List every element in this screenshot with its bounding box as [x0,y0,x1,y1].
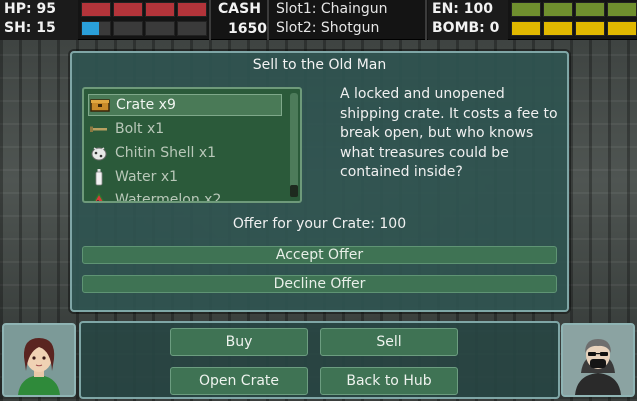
bolt-icon [88,120,110,138]
inventory-item-crate[interactable]: Crate x9 [88,94,282,116]
sell-dialog: Sell to the Old Man Crate x9 Bolt x1 Chi… [70,51,569,312]
accept-offer-button[interactable]: Accept Offer [82,246,557,264]
bomb-segment [607,21,637,36]
bomb-segment [511,21,541,36]
offer-text: Offer for your Crate: 100 [232,216,407,232]
inventory-scrollbar[interactable] [290,93,298,197]
watermelon-icon [88,191,110,201]
energy-segment [543,2,573,17]
item-description: A locked and unopened shipping crate. It… [340,86,558,180]
sell-button[interactable]: Sell [320,328,458,356]
back-to-hub-button[interactable]: Back to Hub [320,367,458,395]
inventory-item-bolt[interactable]: Bolt x1 [88,118,282,140]
energy-bar [511,2,637,17]
player-portrait [2,323,76,397]
water-bottle-icon [88,168,110,186]
hud-divider [425,0,427,40]
shield-segment [145,21,175,36]
weapon-slot-1: Slot1: Chaingun [276,1,388,17]
inventory-item-watermelon[interactable]: Watermelon x2 [88,189,282,203]
old-man-portrait [561,323,635,397]
inventory-item-label: Crate x9 [116,97,176,113]
decline-offer-button[interactable]: Decline Offer [82,275,557,293]
bomb-bar [511,21,637,36]
hp-sh-stats: HP: 95 SH: 15 [0,0,78,40]
hp-label: HP: 95 [4,1,56,17]
shield-bar [81,21,207,36]
energy-bomb-stats: EN: 100 BOMB: 0 [428,0,508,40]
inventory-item-label: Chitin Shell x1 [115,145,217,161]
hud-bar: HP: 95 SH: 15 CASH 1650 Slot1: Chaingun … [0,0,637,40]
bomb-segment [575,21,605,36]
bomb-segment [543,21,573,36]
inventory-item-label: Water x1 [115,169,179,185]
open-crate-button[interactable]: Open Crate [170,367,308,395]
action-panel: Buy Sell Open Crate Back to Hub [79,321,560,399]
inventory-item-water[interactable]: Water x1 [88,166,282,188]
shield-segment [177,21,207,36]
chitin-shell-icon [88,144,110,162]
buy-button[interactable]: Buy [170,328,308,356]
inventory-list[interactable]: Crate x9 Bolt x1 Chitin Shell x1 Water x… [82,87,302,203]
inventory-item-label: Watermelon x2 [115,192,222,203]
inventory-item-label: Bolt x1 [115,121,165,137]
cash-label: CASH [218,1,261,17]
hp-segment [145,2,175,17]
shield-segment [113,21,143,36]
shield-segment [81,21,111,36]
energy-segment [607,2,637,17]
scrollbar-thumb[interactable] [290,185,298,197]
hp-segment [113,2,143,17]
hp-bar [81,2,207,17]
energy-segment [511,2,541,17]
cash-value: 1650 [228,21,267,37]
inventory-item-chitin-shell[interactable]: Chitin Shell x1 [88,142,282,164]
sh-label: SH: 15 [4,20,56,36]
shield-fill [82,22,99,35]
hp-segment [81,2,111,17]
hp-segment [177,2,207,17]
crate-icon [89,96,111,114]
weapon-slots: Slot1: Chaingun Slot2: Shotgun [270,0,426,40]
weapon-slot-2: Slot2: Shotgun [276,20,380,36]
energy-segment [575,2,605,17]
hud-divider [267,0,269,40]
bomb-label: BOMB: 0 [432,20,500,36]
hud-divider [209,0,211,40]
dialog-title: Sell to the Old Man [252,57,387,73]
energy-label: EN: 100 [432,1,493,17]
